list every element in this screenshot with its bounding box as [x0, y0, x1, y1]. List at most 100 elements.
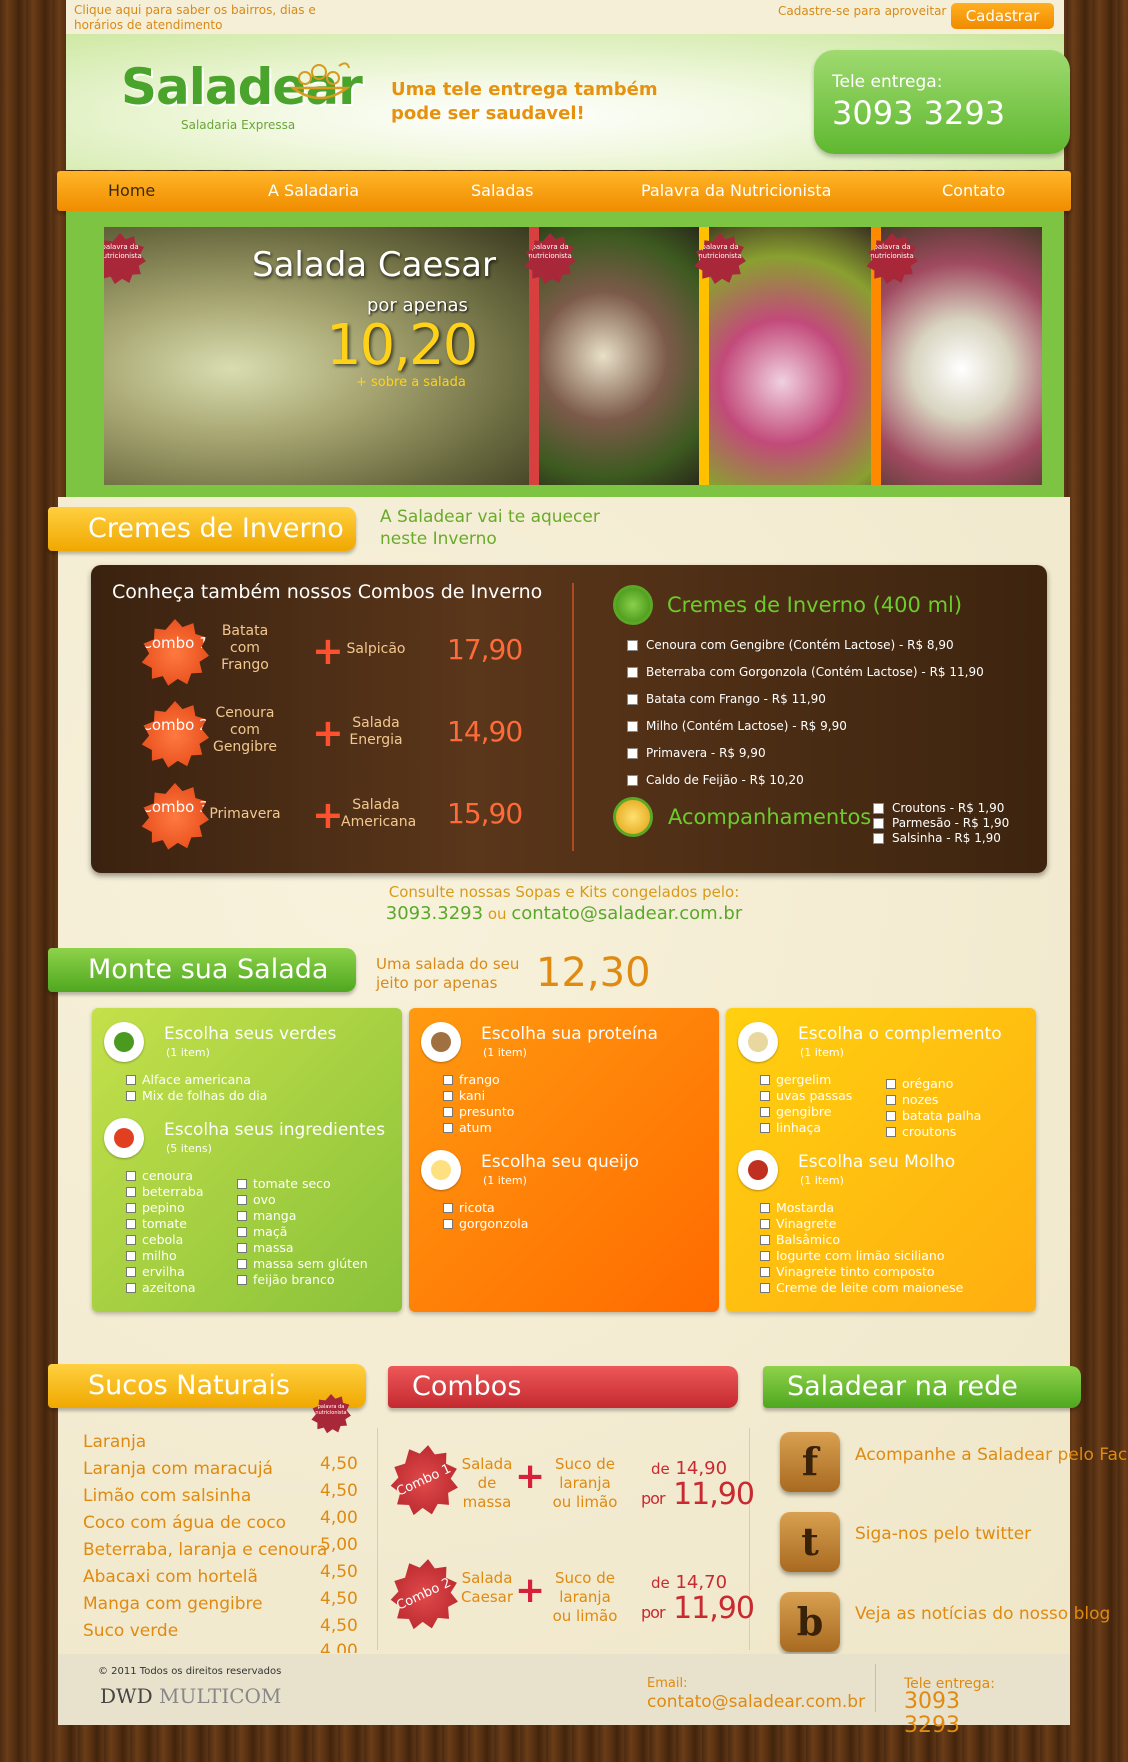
creme-option[interactable]: Caldo de Feijão - R$ 10,20	[627, 773, 804, 787]
creme-option[interactable]: Batata com Frango - R$ 11,90	[627, 692, 826, 706]
ingrediente-option[interactable]: cebola	[126, 1232, 183, 1248]
ingrediente-option[interactable]: ervilha	[126, 1264, 185, 1280]
queijo-option[interactable]: ricota	[443, 1200, 495, 1216]
banner-frame: palavra da nutricionista palavra da nutr…	[66, 211, 1064, 497]
acomp-option[interactable]: Croutons - R$ 1,90	[873, 801, 1004, 815]
logo[interactable]: Saladear Saladaria Expressa	[121, 58, 363, 132]
combo-2-item1: Cenoura com Gengibre	[212, 705, 278, 755]
molho-option[interactable]: Creme de leite com maionese	[760, 1280, 963, 1296]
combo-2-new-price: 11,90	[673, 1591, 755, 1626]
molho-option[interactable]: Mostarda	[760, 1200, 834, 1216]
monte-price: 12,30	[536, 950, 651, 996]
molho-option[interactable]: Balsâmico	[760, 1232, 840, 1248]
proteina-option[interactable]: presunto	[443, 1104, 514, 1120]
queijo-option[interactable]: gorgonzola	[443, 1216, 528, 1232]
signup-prompt: Cadastre-se para aproveitar	[778, 4, 947, 18]
molho-title: Escolha seu Molho	[798, 1152, 956, 1172]
creme-option[interactable]: Beterraba com Gorgonzola (Contém Lactose…	[627, 665, 984, 679]
acomp-option[interactable]: Parmesão - R$ 1,90	[873, 816, 1009, 830]
creme-option[interactable]: Milho (Contém Lactose) - R$ 9,90	[627, 719, 847, 733]
ingrediente-option[interactable]: manga	[237, 1208, 296, 1224]
ingrediente-option[interactable]: cenoura	[126, 1168, 193, 1184]
combo-2-old-price: 14,70	[675, 1572, 728, 1593]
verde-option[interactable]: Alface americana	[126, 1072, 251, 1088]
juice-name: Limão com salsinha	[83, 1486, 252, 1506]
combo-2-por: por	[641, 1603, 666, 1622]
main-nav: Home A Saladaria Saladas Palavra da Nutr…	[57, 171, 1071, 211]
protein-icon	[421, 1022, 461, 1062]
combo-1-salad: Salada de massa	[461, 1455, 513, 1511]
complemento-option[interactable]: orégano	[886, 1076, 953, 1092]
logo-subtitle: Saladaria Expressa	[181, 118, 296, 132]
combo-2-salad: Salada Caesar	[460, 1569, 514, 1606]
combo-1-juice: Suco de laranja ou limão	[552, 1455, 618, 1511]
banner-carousel[interactable]: palavra da nutricionista palavra da nutr…	[104, 227, 1042, 485]
twitter-icon[interactable]: t	[780, 1512, 840, 1572]
nav-saladaria[interactable]: A Saladaria	[268, 171, 359, 211]
nav-home[interactable]: Home	[108, 171, 155, 211]
juice-name: Abacaxi com hortelã	[83, 1567, 258, 1587]
proteina-option[interactable]: frango	[443, 1072, 500, 1088]
cheese-icon	[421, 1150, 461, 1190]
complemento-option[interactable]: linhaça	[760, 1120, 821, 1136]
dwd-logo[interactable]: DWD MULTICOM	[100, 1684, 281, 1708]
nav-contato[interactable]: Contato	[942, 171, 1005, 211]
facebook-icon[interactable]: f	[780, 1432, 840, 1492]
twitter-link[interactable]: Siga-nos pelo twitter	[855, 1525, 1031, 1544]
blog-icon[interactable]: b	[780, 1592, 840, 1652]
ingrediente-option[interactable]: tomate seco	[237, 1176, 331, 1192]
ingrediente-option[interactable]: maçã	[237, 1224, 287, 1240]
ingredientes-title: Escolha seus ingredientes	[164, 1120, 386, 1140]
juice-name: Suco verde	[83, 1621, 179, 1641]
acomp-option[interactable]: Salsinha - R$ 1,90	[873, 831, 1001, 845]
combo-3-price: 15,90	[447, 797, 523, 830]
delivery-info-link[interactable]: Clique aqui para saber os bairros, dias …	[74, 3, 334, 33]
proteina-option[interactable]: kani	[443, 1088, 485, 1104]
nav-nutricionista[interactable]: Palavra da Nutricionista	[641, 171, 831, 211]
footer-tele-number: 3093 3293	[904, 1689, 960, 1738]
consult-text: Consulte nossas Sopas e Kits congelados …	[388, 883, 740, 901]
verdes-sub: (1 item)	[166, 1046, 210, 1059]
complemento-option[interactable]: gengibre	[760, 1104, 831, 1120]
ingrediente-option[interactable]: massa	[237, 1240, 294, 1256]
proteina-option[interactable]: atum	[443, 1120, 492, 1136]
ingredientes-sub: (5 itens)	[166, 1142, 212, 1155]
panel-complemento-molho: Escolha o complemento (1 item) gergelim …	[726, 1008, 1036, 1312]
ingrediente-option[interactable]: azeitona	[126, 1280, 196, 1296]
ingrediente-option[interactable]: milho	[126, 1248, 177, 1264]
ingrediente-option[interactable]: ovo	[237, 1192, 276, 1208]
facebook-link[interactable]: Acompanhe a Saladear pelo Facebook	[855, 1446, 1128, 1465]
plus-icon: +	[515, 1570, 546, 1611]
footer: © 2011 Todos os direitos reservados DWD …	[58, 1654, 1070, 1738]
combo-2-badge: Combo 2	[141, 701, 209, 768]
juice-price: 4,50	[320, 1454, 358, 1474]
complemento-option[interactable]: nozes	[886, 1092, 938, 1108]
ingrediente-option[interactable]: pepino	[126, 1200, 185, 1216]
ingrediente-option[interactable]: massa sem glúten	[237, 1256, 368, 1272]
molho-option[interactable]: Iogurte com limão siciliano	[760, 1248, 944, 1264]
ingrediente-option[interactable]: feijão branco	[237, 1272, 335, 1288]
footer-email-link[interactable]: contato@saladear.com.br	[647, 1692, 865, 1712]
cremes-list-title: Cremes de Inverno (400 ml)	[667, 593, 963, 617]
blog-link[interactable]: Veja as notícias do nosso blog	[855, 1605, 1110, 1624]
complemento-option[interactable]: uvas passas	[760, 1088, 852, 1104]
ingrediente-option[interactable]: tomate	[126, 1216, 187, 1232]
footer-email-label: Email:	[647, 1676, 688, 1691]
section-tab-sucos: Sucos Naturais	[48, 1364, 366, 1408]
molho-option[interactable]: Vinagrete	[760, 1216, 836, 1232]
creme-option[interactable]: Primavera - R$ 9,90	[627, 746, 766, 760]
combo-3-item1: Primavera	[209, 806, 281, 822]
combo-1-old-price: 14,90	[675, 1458, 728, 1479]
consult-email-link[interactable]: contato@saladear.com.br	[511, 903, 742, 924]
ingrediente-option[interactable]: beterraba	[126, 1184, 204, 1200]
combo-1-de: de	[651, 1460, 670, 1478]
signup-button[interactable]: Cadastrar	[951, 3, 1054, 29]
complemento-option[interactable]: batata palha	[886, 1108, 981, 1124]
verde-option[interactable]: Mix de folhas do dia	[126, 1088, 267, 1104]
creme-option[interactable]: Cenoura com Gengibre (Contém Lactose) - …	[627, 638, 954, 652]
molho-option[interactable]: Vinagrete tinto composto	[760, 1264, 935, 1280]
complemento-option[interactable]: croutons	[886, 1124, 956, 1140]
combo-1-item1: Batata com Frango	[221, 623, 269, 673]
nav-saladas[interactable]: Saladas	[471, 171, 534, 211]
complemento-option[interactable]: gergelim	[760, 1072, 831, 1088]
